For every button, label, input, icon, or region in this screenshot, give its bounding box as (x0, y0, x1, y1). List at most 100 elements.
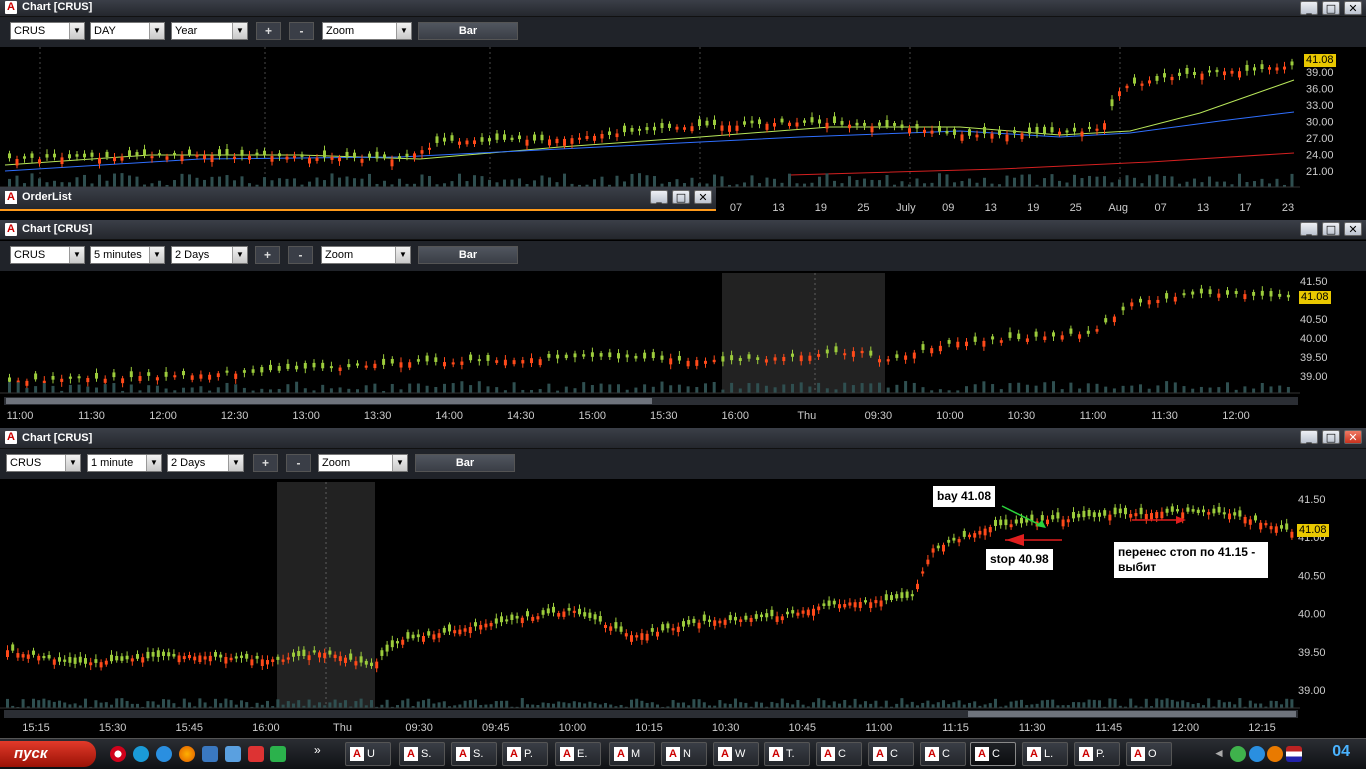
range-select[interactable]: Year ▼ (171, 22, 248, 40)
range-select[interactable]: 2 Days ▼ (167, 454, 244, 472)
taskbar-item[interactable]: AN (661, 742, 707, 766)
taskbar-item[interactable]: AC (970, 742, 1016, 766)
volume-bar (582, 382, 586, 393)
taskbar-item[interactable]: AW (713, 742, 759, 766)
taskbar-item[interactable]: AM (609, 742, 655, 766)
taskbar-item[interactable]: A P. (1074, 742, 1120, 766)
taskbar-item[interactable]: A E. (555, 742, 601, 766)
zoom-out-button[interactable]: - (286, 454, 311, 472)
close-button[interactable]: ✕ (694, 190, 712, 204)
volume-bar (505, 700, 509, 708)
minimize-button[interactable]: _ (1300, 222, 1318, 236)
tray-flag-icon[interactable] (1286, 746, 1302, 762)
volume-bar (199, 386, 203, 393)
title-bar[interactable]: A Chart [CRUS] _ □ ✕ (0, 428, 1366, 449)
zoom-in-button[interactable]: + (255, 246, 280, 264)
firefox-icon[interactable] (179, 746, 195, 762)
maximize-button[interactable]: □ (1322, 430, 1340, 444)
taskbar-item-label: T. (786, 748, 795, 760)
candle (1163, 73, 1166, 78)
candle (1160, 511, 1164, 519)
candle (548, 139, 551, 146)
volume-bar (720, 176, 724, 187)
tray-arrow-icon[interactable]: ◄ (1213, 746, 1229, 762)
candle (945, 130, 949, 134)
zoom-in-button[interactable]: + (253, 454, 278, 472)
interval-select[interactable]: 5 minutes ▼ (90, 246, 165, 264)
taskbar-item[interactable]: AO (1126, 742, 1172, 766)
start-button[interactable]: пуск (0, 741, 96, 767)
tray-firefox-icon[interactable] (1267, 746, 1283, 762)
save-icon[interactable] (248, 746, 264, 762)
taskbar-item[interactable]: A T. (764, 742, 810, 766)
app-icon: A (873, 747, 887, 761)
zoom-select[interactable]: Zoom ▼ (318, 454, 408, 472)
taskbar-item[interactable]: A P. (502, 742, 548, 766)
candle (677, 355, 681, 361)
taskbar-item[interactable]: A S. (451, 742, 497, 766)
volume-bar (864, 701, 867, 708)
taskbar-item[interactable]: AC (868, 742, 914, 766)
opera-icon[interactable] (110, 746, 126, 762)
minimize-button[interactable]: _ (1300, 430, 1318, 444)
candle (1008, 332, 1012, 338)
symbol-select[interactable]: CRUS ▼ (10, 246, 85, 264)
taskbar-item[interactable]: AC (816, 742, 862, 766)
zoom-select[interactable]: Zoom ▼ (321, 246, 411, 264)
chevron-right-icon[interactable]: » (314, 743, 321, 757)
close-button[interactable]: ✕ (1344, 430, 1362, 444)
bar-type-button[interactable]: Bar (418, 246, 518, 264)
tray-network-icon[interactable] (1230, 746, 1246, 762)
range-select[interactable]: 2 Days ▼ (171, 246, 248, 264)
symbol-select[interactable]: CRUS ▼ (6, 454, 81, 472)
volume-bar (808, 386, 812, 393)
taskbar-item[interactable]: AC (920, 742, 966, 766)
price-chart[interactable]: 41.5041.0040.5040.0039.5039.0015:15 15:30… (0, 480, 1366, 736)
skype-icon[interactable] (133, 746, 149, 762)
taskbar-item-label: S. (421, 748, 432, 760)
candle (195, 154, 199, 157)
excel-icon[interactable] (225, 746, 241, 762)
symbol-select[interactable]: CRUS ▼ (10, 22, 85, 40)
volume-bar (547, 383, 551, 393)
zoom-select[interactable]: Zoom ▼ (322, 22, 412, 40)
app-green-icon[interactable] (270, 746, 286, 762)
title-bar[interactable]: A Chart [CRUS] _ □ ✕ (0, 0, 1366, 17)
minimize-button[interactable]: _ (650, 190, 668, 204)
candle (162, 651, 165, 656)
tray-skype-icon[interactable] (1249, 746, 1265, 762)
candle (312, 362, 316, 368)
volume-bar (1222, 702, 1226, 708)
desktop-icon[interactable] (202, 746, 218, 762)
minimize-button[interactable]: _ (1300, 1, 1318, 15)
close-button[interactable]: ✕ (1344, 222, 1362, 236)
price-chart[interactable]: 41.5041.0040.5040.0039.5039.0011:0011:30… (0, 271, 1366, 423)
close-button[interactable]: ✕ (1344, 1, 1362, 15)
interval-select[interactable]: 1 minute ▼ (87, 454, 162, 472)
candle (98, 157, 101, 164)
ie-icon[interactable] (156, 746, 172, 762)
taskbar-item[interactable]: A L. (1022, 742, 1068, 766)
maximize-button[interactable]: □ (1322, 222, 1340, 236)
candle (600, 134, 604, 139)
x-tick-label: 15:00 (578, 410, 606, 422)
volume-bar (900, 181, 904, 187)
title-bar[interactable]: A OrderList _ □ ✕ (0, 187, 716, 211)
bar-type-button[interactable]: Bar (418, 22, 518, 40)
maximize-button[interactable]: □ (672, 190, 690, 204)
zoom-out-button[interactable]: - (289, 22, 314, 40)
maximize-button[interactable]: □ (1322, 1, 1340, 15)
candle (666, 623, 670, 629)
volume-bar (1170, 176, 1174, 187)
zoom-in-button[interactable]: + (256, 22, 281, 40)
volume-bar (1121, 385, 1125, 393)
candle (484, 623, 488, 628)
taskbar-item[interactable]: A S. (399, 742, 445, 766)
volume-bar (1233, 704, 1237, 708)
taskbar-item[interactable]: AU (345, 742, 391, 766)
title-bar[interactable]: A Chart [CRUS] _ □ ✕ (0, 220, 1366, 240)
volume-bar (775, 703, 779, 708)
bar-type-button[interactable]: Bar (415, 454, 515, 472)
zoom-out-button[interactable]: - (288, 246, 313, 264)
interval-select[interactable]: DAY ▼ (90, 22, 165, 40)
